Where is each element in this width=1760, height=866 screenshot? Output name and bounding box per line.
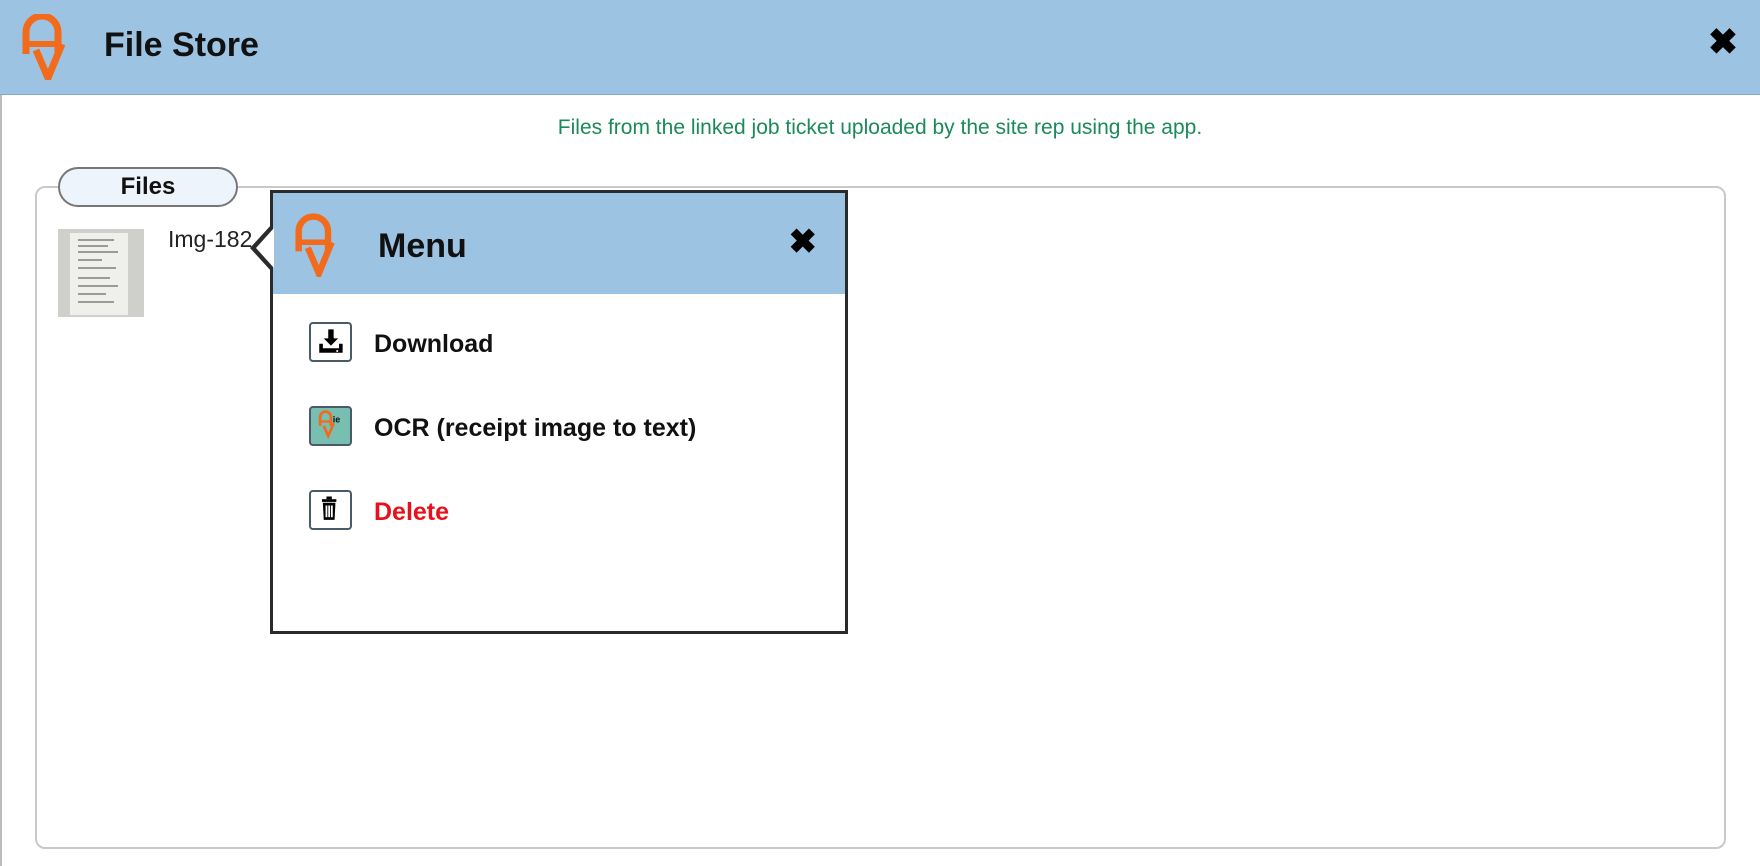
receipt-thumbnail[interactable] [58, 229, 144, 317]
menu-pointer-fill [256, 228, 274, 268]
menu-item-label: OCR (receipt image to text) [374, 414, 697, 442]
app-header: File Store ✖ [0, 0, 1760, 95]
av-logo [295, 213, 335, 277]
av-logo [22, 14, 66, 80]
svg-text:ie: ie [333, 414, 341, 424]
files-legend: Files [58, 167, 238, 207]
context-menu: Menu ✖ Download ie OCR (receipt image to… [270, 190, 848, 634]
menu-header: Menu ✖ [273, 193, 845, 294]
menu-item-delete[interactable]: Delete [309, 490, 809, 538]
page-title: File Store [104, 26, 259, 64]
trash-icon [309, 490, 352, 530]
menu-item-ocr[interactable]: ie OCR (receipt image to text) [309, 406, 809, 454]
receipt-paper [70, 233, 128, 315]
close-icon[interactable]: ✖ [1708, 24, 1738, 60]
window-border [0, 95, 2, 866]
download-icon [309, 322, 352, 362]
menu-item-label: Delete [374, 498, 450, 526]
close-icon[interactable]: ✖ [789, 225, 818, 259]
menu-item-download[interactable]: Download [309, 322, 809, 370]
page-subtitle: Files from the linked job ticket uploade… [557, 116, 1203, 139]
menu-title: Menu [378, 227, 467, 265]
ocr-icon: ie [309, 406, 352, 446]
menu-item-label: Download [374, 330, 494, 358]
